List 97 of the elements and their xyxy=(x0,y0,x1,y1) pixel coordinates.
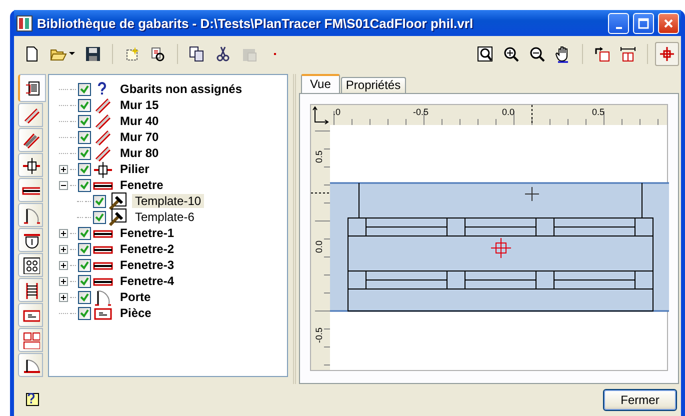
checkbox[interactable] xyxy=(78,226,91,240)
wall-icon xyxy=(93,128,113,146)
minimize-button[interactable] xyxy=(608,12,629,34)
tree-item[interactable]: Pilier xyxy=(117,162,152,176)
axes-icon xyxy=(311,105,330,125)
checkbox[interactable] xyxy=(78,306,91,320)
close-icon xyxy=(663,18,674,28)
checkbox[interactable] xyxy=(78,146,91,160)
wall-icon xyxy=(22,106,40,124)
rooms-icon xyxy=(22,331,40,349)
grid-icon xyxy=(22,256,40,274)
side-tab[interactable] xyxy=(18,203,43,227)
close-button[interactable] xyxy=(658,12,679,34)
plus-icon xyxy=(60,246,67,252)
crosshair-icon xyxy=(658,45,676,63)
search-icon xyxy=(149,45,167,63)
tab[interactable]: Propriétés xyxy=(340,77,406,93)
plus-icon xyxy=(60,166,67,172)
expand-toggle[interactable] xyxy=(59,260,68,270)
wall-icon xyxy=(93,112,113,130)
pillar-icon xyxy=(93,160,113,178)
tree-item[interactable]: Pièce xyxy=(117,306,154,320)
checkbox[interactable] xyxy=(78,98,91,112)
checkbox[interactable] xyxy=(78,258,91,272)
tree-item[interactable]: Mur 15 xyxy=(117,98,162,112)
checkbox[interactable] xyxy=(78,130,91,144)
expand-toggle[interactable] xyxy=(59,164,68,174)
plus-icon xyxy=(60,262,67,268)
expand-toggle[interactable] xyxy=(59,292,68,302)
tree-item[interactable]: Porte xyxy=(117,290,154,304)
tree-item[interactable]: Template-10 xyxy=(132,194,204,208)
expand-toggle[interactable] xyxy=(59,228,68,238)
tree-item[interactable]: Fenetre-2 xyxy=(117,242,178,256)
fixture-icon xyxy=(22,231,40,249)
expand-toggle[interactable] xyxy=(59,244,68,254)
ruler-label: .0 xyxy=(333,107,341,117)
ruler-label: 0.0 xyxy=(314,240,324,253)
plus-icon xyxy=(60,278,67,284)
tree-item[interactable]: Mur 80 xyxy=(117,146,162,160)
plus-icon xyxy=(60,230,67,236)
copy-icon xyxy=(188,45,206,63)
checkbox[interactable] xyxy=(78,242,91,256)
ruler-label: 0.5 xyxy=(314,150,324,163)
door-icon xyxy=(93,288,113,306)
zoom-out-icon xyxy=(528,45,546,63)
checkbox[interactable] xyxy=(78,114,91,128)
checkbox[interactable] xyxy=(78,274,91,288)
flip-icon xyxy=(619,45,637,63)
side-tab[interactable] xyxy=(18,228,43,252)
help-button[interactable] xyxy=(26,393,40,407)
checkbox[interactable] xyxy=(78,82,91,96)
ruler-label: -0.5 xyxy=(314,327,324,343)
rotate-icon xyxy=(593,45,611,63)
side-tab[interactable] xyxy=(18,278,43,302)
tree-item[interactable]: Fenetre-3 xyxy=(117,258,178,272)
maximize-button[interactable] xyxy=(633,12,654,34)
checkbox[interactable] xyxy=(93,210,106,224)
zoom-in-icon xyxy=(502,45,520,63)
plus-icon xyxy=(60,294,67,300)
checkbox[interactable] xyxy=(93,194,106,208)
side-tab[interactable] xyxy=(18,353,43,377)
tab[interactable]: Vue xyxy=(301,74,340,93)
tree-item[interactable]: Fenetre xyxy=(117,178,166,192)
checkbox[interactable] xyxy=(78,290,91,304)
wall-icon xyxy=(93,144,113,162)
side-tab[interactable] xyxy=(18,74,46,102)
wall-icon xyxy=(93,96,113,114)
scissors-icon xyxy=(214,45,232,63)
ruler-label: 0.5 xyxy=(592,107,605,117)
crosshair-button[interactable] xyxy=(655,42,679,66)
tree-item[interactable]: Template-6 xyxy=(132,210,198,224)
hammer-icon xyxy=(108,208,128,226)
maximize-icon xyxy=(638,18,649,28)
caret-icon xyxy=(69,52,75,56)
minimize-icon xyxy=(616,26,622,28)
side-tab[interactable] xyxy=(18,253,43,277)
ruler-label: -0.5 xyxy=(413,107,429,117)
app-icon xyxy=(16,14,33,32)
checkbox[interactable] xyxy=(78,178,91,192)
close-dialog-button[interactable]: Fermer xyxy=(603,389,677,411)
tree-item[interactable]: Fenetre-1 xyxy=(117,226,178,240)
side-tab[interactable] xyxy=(18,153,43,177)
tree-item[interactable]: Mur 70 xyxy=(117,130,162,144)
expand-toggle[interactable] xyxy=(59,276,68,286)
tree-item[interactable]: Fenetre-4 xyxy=(117,274,178,288)
ruler-label: 0.0 xyxy=(502,107,515,117)
zoom-frame-icon xyxy=(476,45,494,63)
expand-toggle[interactable] xyxy=(59,180,68,190)
document-icon xyxy=(24,79,42,97)
tree-item[interactable]: Gbarits non assignés xyxy=(117,82,246,96)
checkbox[interactable] xyxy=(78,162,91,176)
window-title: Bibliothèque de gabarits - D:\Tests\PlanTracer FM\S01CadFloor phil.vrl xyxy=(37,16,474,30)
pillar-icon xyxy=(22,156,40,174)
door-icon xyxy=(22,206,40,224)
tree-item[interactable]: Mur 40 xyxy=(117,114,162,128)
double-wall-icon xyxy=(22,131,40,149)
side-tab[interactable] xyxy=(18,178,43,202)
